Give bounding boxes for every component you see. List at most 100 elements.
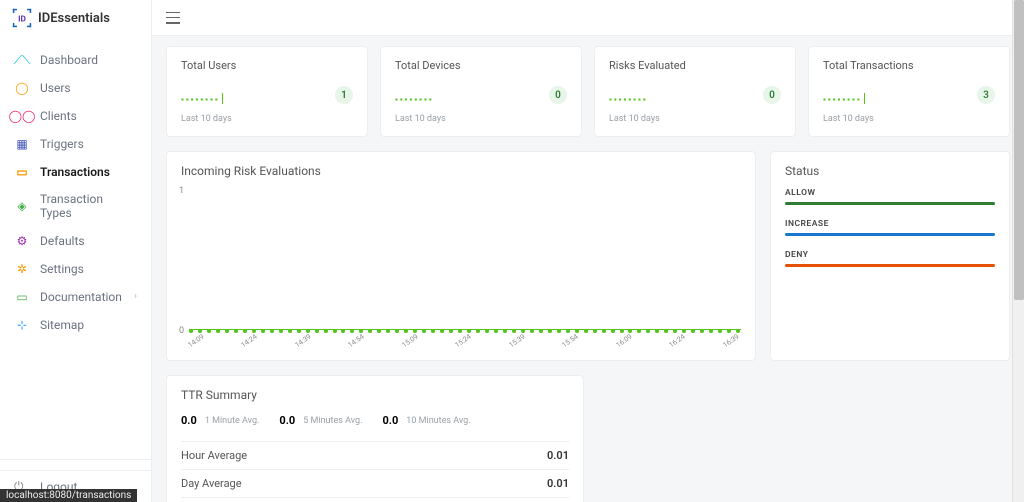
chart-point xyxy=(584,329,588,333)
chart-point xyxy=(225,329,229,333)
chart-point xyxy=(700,329,704,333)
main: Total Users▪▪▪▪▪▪▪▪1Last 10 daysTotal De… xyxy=(152,0,1024,502)
card-value-badge: 1 xyxy=(335,86,353,104)
topbar xyxy=(152,0,1024,36)
sidebar-item-label: Users xyxy=(40,81,71,95)
nav-list: ⟋⟍Dashboard◯Users◯◯Clients▦Triggers▭Tran… xyxy=(0,36,151,453)
chart-point xyxy=(548,329,552,333)
chart-point xyxy=(727,329,731,333)
x-tick-label: 16:24 xyxy=(668,333,687,350)
x-tick-label: 15:09 xyxy=(401,333,420,350)
book-icon: ▭ xyxy=(14,289,30,305)
chart-point xyxy=(691,329,695,333)
sidebar-item-sitemap[interactable]: ⊹Sitemap xyxy=(0,311,151,339)
sidebar-item-settings[interactable]: ✲Settings xyxy=(0,255,151,283)
table-row: Day Maximum0.01 xyxy=(181,498,569,502)
status-bar xyxy=(785,233,995,236)
sidebar-item-documentation[interactable]: ▭ Documentation › xyxy=(0,283,151,311)
card-foot: Last 10 days xyxy=(395,114,567,124)
y-label-bot: 0 xyxy=(179,326,184,336)
x-tick-label: 15:54 xyxy=(561,333,580,350)
scrollbar-thumb[interactable] xyxy=(1014,0,1024,300)
x-tick-label: 14:39 xyxy=(294,333,313,350)
chart-point xyxy=(664,329,668,333)
chart-point xyxy=(646,329,650,333)
ttr-quick-label: 1 Minute Avg. xyxy=(205,416,260,426)
chart-point xyxy=(189,329,193,333)
sidebar-item-users[interactable]: ◯ Users xyxy=(0,74,151,102)
card-title: Total Transactions xyxy=(823,59,995,72)
chart-point xyxy=(404,329,408,333)
ttr-quick-row: 0.01 Minute Avg.0.05 Minutes Avg.0.010 M… xyxy=(181,414,569,427)
sidebar-item-dashboard[interactable]: ⟋⟍Dashboard xyxy=(0,46,151,74)
chart-point xyxy=(620,329,624,333)
card-spark-row: ▪▪▪▪▪▪▪▪0 xyxy=(395,86,567,104)
chart-point xyxy=(494,329,498,333)
sidebar-item-label: Sitemap xyxy=(40,318,84,332)
chart-point xyxy=(637,329,641,333)
ttr-row-name: Hour Average xyxy=(181,442,476,470)
sidebar-item-clients[interactable]: ◯◯Clients xyxy=(0,102,151,130)
chart-point xyxy=(386,329,390,333)
chart-point xyxy=(333,329,337,333)
card-foot: Last 10 days xyxy=(181,114,353,124)
tag-icon: ◈ xyxy=(14,198,30,214)
chart-point xyxy=(440,329,444,333)
chevron-right-icon: › xyxy=(134,291,137,303)
chart-point xyxy=(557,329,561,333)
hamburger-icon[interactable] xyxy=(166,12,180,24)
chart-point xyxy=(234,329,238,333)
chart-point xyxy=(602,329,606,333)
scrollbar[interactable] xyxy=(1012,0,1024,502)
ttr-quick-label: 5 Minutes Avg. xyxy=(303,416,362,426)
ttr-table: Hour Average0.01Day Average0.01Day Maxim… xyxy=(181,441,569,502)
sidebar-item-label: Triggers xyxy=(40,137,84,151)
x-tick-label: 15:39 xyxy=(507,333,526,350)
sliders-icon: ⚙ xyxy=(14,233,30,249)
chart-point xyxy=(655,329,659,333)
ttr-quick-value: 0.0 xyxy=(181,414,197,427)
chart-point xyxy=(270,329,274,333)
chart-point xyxy=(566,329,570,333)
chart-point xyxy=(449,329,453,333)
ttr-row-name: Day Average xyxy=(181,470,476,498)
status-label: INCREASE xyxy=(785,219,995,229)
card-spark-row: ▪▪▪▪▪▪▪▪1 xyxy=(181,86,353,104)
sidebar-item-triggers[interactable]: ▦Triggers xyxy=(0,130,151,158)
svg-text:ID: ID xyxy=(18,14,26,24)
card-value-badge: 0 xyxy=(549,86,567,104)
browser-statusbar: localhost:8080/transactions xyxy=(0,489,137,502)
chart-point xyxy=(512,329,516,333)
chart-point xyxy=(207,329,211,333)
gear-icon: ✲ xyxy=(14,261,30,277)
sidebar-item-label: Transactions xyxy=(40,165,110,179)
card-spark-row: ▪▪▪▪▪▪▪▪3 xyxy=(823,86,995,104)
sidebar-item-label: Documentation xyxy=(40,290,122,304)
stat-card: Total Transactions ▪▪▪▪▪▪▪▪3 Last 10 days xyxy=(808,46,1010,137)
chart-point xyxy=(718,329,722,333)
chart-point xyxy=(485,329,489,333)
content-area: Total Users▪▪▪▪▪▪▪▪1Last 10 daysTotal De… xyxy=(152,36,1024,502)
chart-point xyxy=(216,329,220,333)
chart-point xyxy=(736,329,740,333)
sidebar-item-label: Clients xyxy=(40,109,77,123)
ttr-quick-label: 10 Minutes Avg. xyxy=(406,416,470,426)
sidebar-item-transaction-types[interactable]: ◈Transaction Types xyxy=(0,186,151,227)
chart-point xyxy=(673,329,677,333)
user-icon: ◯ xyxy=(14,80,30,96)
card-foot: Last 10 days xyxy=(823,114,995,124)
stat-card: Total Users▪▪▪▪▪▪▪▪1Last 10 days xyxy=(166,46,368,137)
status-label: ALLOW xyxy=(785,188,995,198)
sidebar-item-transactions[interactable]: ▭Transactions xyxy=(0,158,151,186)
chart-point xyxy=(350,329,354,333)
logo[interactable]: ID IDEssentials xyxy=(0,0,151,36)
chart-point xyxy=(422,329,426,333)
chart-point xyxy=(611,329,615,333)
logo-icon: ID xyxy=(12,8,32,28)
chart-point xyxy=(297,329,301,333)
card-title: Risks Evaluated xyxy=(609,59,781,72)
status-item-deny: DENY xyxy=(785,250,995,267)
ttr-row-value: 0.01 xyxy=(476,442,569,470)
chart-point xyxy=(395,329,399,333)
sidebar-item-defaults[interactable]: ⚙Defaults xyxy=(0,227,151,255)
